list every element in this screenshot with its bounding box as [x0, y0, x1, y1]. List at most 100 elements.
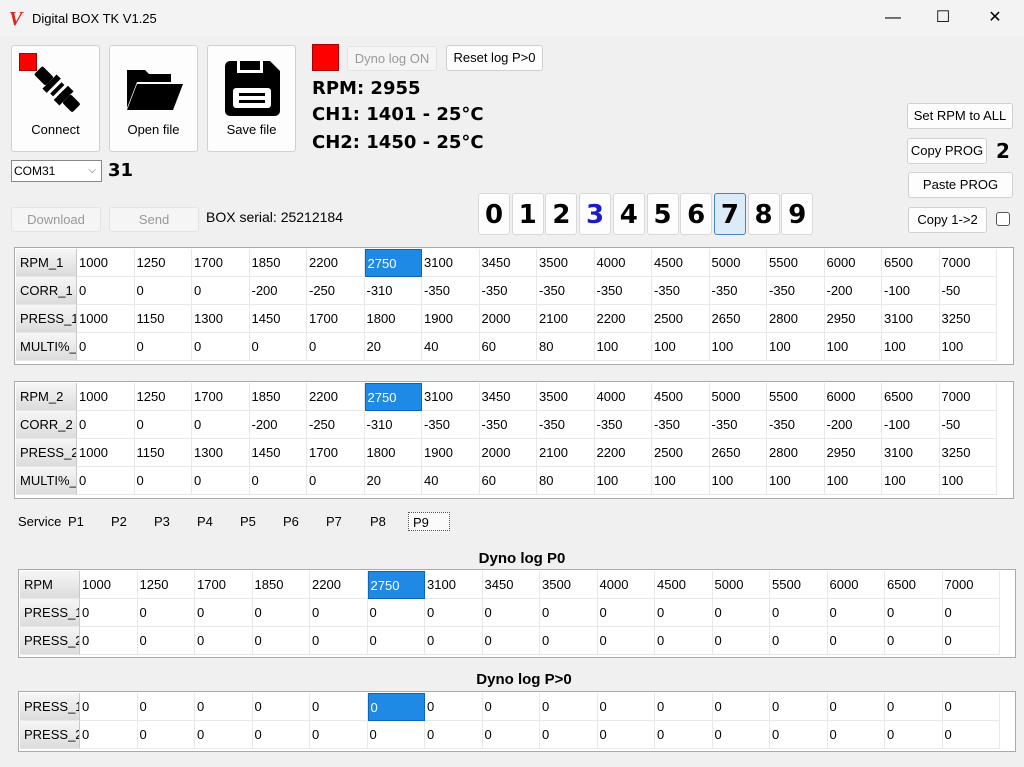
table-cell[interactable]: 2750: [367, 571, 425, 599]
program-button-7[interactable]: 7: [713, 193, 746, 235]
table-cell[interactable]: 100: [709, 467, 767, 495]
table-cell[interactable]: 1700: [307, 305, 365, 333]
table-cell[interactable]: 0: [942, 599, 1000, 627]
table-cell[interactable]: 0: [310, 599, 368, 627]
table-cell[interactable]: 0: [77, 333, 135, 361]
table-cell[interactable]: 4500: [652, 249, 710, 277]
table-cell[interactable]: 0: [482, 627, 540, 655]
tab-p2[interactable]: P2: [107, 512, 149, 531]
table-cell[interactable]: 100: [652, 467, 710, 495]
table-cell[interactable]: 1150: [134, 439, 192, 467]
table-cell[interactable]: 0: [540, 627, 598, 655]
table-cell[interactable]: 0: [307, 333, 365, 361]
table-cell[interactable]: 0: [195, 599, 253, 627]
table-cell[interactable]: 4000: [594, 249, 652, 277]
table-cell[interactable]: -200: [249, 411, 307, 439]
table-cell[interactable]: -350: [767, 411, 825, 439]
table-cell[interactable]: 0: [885, 721, 943, 749]
table-cell[interactable]: -350: [709, 277, 767, 305]
table-cell[interactable]: 3450: [479, 383, 537, 411]
table-cell[interactable]: -50: [939, 411, 997, 439]
table-cell[interactable]: 5000: [712, 571, 770, 599]
row-header-corr1[interactable]: CORR_1: [16, 277, 77, 305]
table-cell[interactable]: 0: [310, 721, 368, 749]
table-cell[interactable]: 100: [824, 467, 882, 495]
table-cell[interactable]: 3500: [540, 571, 598, 599]
table-cell[interactable]: 0: [712, 721, 770, 749]
table-cell[interactable]: 20: [364, 333, 422, 361]
table-cell[interactable]: 3250: [939, 305, 997, 333]
table-cell[interactable]: 2200: [307, 383, 365, 411]
tab-p9[interactable]: P9: [408, 512, 450, 531]
table-cell[interactable]: -250: [307, 411, 365, 439]
table-cell[interactable]: 0: [249, 467, 307, 495]
table-cell[interactable]: 0: [367, 693, 425, 721]
table-cell[interactable]: 0: [252, 721, 310, 749]
table-cell[interactable]: 0: [310, 627, 368, 655]
download-button[interactable]: Download: [11, 207, 101, 232]
table-cell[interactable]: 0: [885, 599, 943, 627]
table-cell[interactable]: -350: [422, 277, 480, 305]
table-cell[interactable]: 0: [367, 721, 425, 749]
save-file-button[interactable]: Save file: [207, 45, 296, 152]
table-cell[interactable]: 0: [192, 333, 250, 361]
table-cell[interactable]: 1250: [134, 249, 192, 277]
table-cell[interactable]: 80: [537, 333, 595, 361]
table-cell[interactable]: -50: [939, 277, 997, 305]
table-cell[interactable]: -250: [307, 277, 365, 305]
row-header-press1[interactable]: PRESS_1: [16, 305, 77, 333]
table-cell[interactable]: 5000: [709, 249, 767, 277]
program-button-9[interactable]: 9: [781, 193, 814, 235]
table-cell[interactable]: 0: [655, 721, 713, 749]
table-cell[interactable]: 100: [824, 333, 882, 361]
table-cell[interactable]: 0: [307, 467, 365, 495]
table-cell[interactable]: 1450: [249, 439, 307, 467]
table-cell[interactable]: 3100: [425, 571, 483, 599]
table-cell[interactable]: -350: [767, 277, 825, 305]
table-cell[interactable]: 2100: [537, 305, 595, 333]
table-cell[interactable]: -350: [479, 277, 537, 305]
table-cell[interactable]: 0: [137, 721, 195, 749]
table-cell[interactable]: 0: [134, 467, 192, 495]
table-cell[interactable]: 2950: [824, 439, 882, 467]
minimize-button[interactable]: —: [870, 4, 916, 32]
connect-button[interactable]: Connect: [11, 45, 100, 152]
table-cell[interactable]: 100: [594, 467, 652, 495]
table-cell[interactable]: 0: [77, 277, 135, 305]
table-cell[interactable]: 6500: [882, 249, 940, 277]
table-cell[interactable]: -100: [882, 411, 940, 439]
table-cell[interactable]: 0: [655, 627, 713, 655]
table-cell[interactable]: 100: [882, 467, 940, 495]
table-cell[interactable]: 1000: [77, 383, 135, 411]
table-cell[interactable]: 6000: [824, 383, 882, 411]
table-cell[interactable]: 1300: [192, 305, 250, 333]
table-cell[interactable]: 2800: [767, 439, 825, 467]
table-cell[interactable]: 0: [942, 693, 1000, 721]
table-cell[interactable]: 0: [655, 599, 713, 627]
table-cell[interactable]: 20: [364, 467, 422, 495]
table-cell[interactable]: -310: [364, 411, 422, 439]
table-cell[interactable]: -350: [479, 411, 537, 439]
table-cell[interactable]: 1000: [77, 305, 135, 333]
table-cell[interactable]: 0: [942, 721, 1000, 749]
row-header-press2[interactable]: PRESS_2: [20, 721, 80, 749]
table-cell[interactable]: 0: [597, 693, 655, 721]
table-cell[interactable]: 0: [80, 599, 138, 627]
tab-p3[interactable]: P3: [150, 512, 192, 531]
program-button-0[interactable]: 0: [478, 193, 510, 235]
table-cell[interactable]: 0: [80, 721, 138, 749]
table-cell[interactable]: 0: [597, 627, 655, 655]
table-cell[interactable]: 6000: [824, 249, 882, 277]
program-button-8[interactable]: 8: [747, 193, 780, 235]
table-cell[interactable]: 0: [367, 627, 425, 655]
table-cell[interactable]: 2800: [767, 305, 825, 333]
table-cell[interactable]: 100: [652, 333, 710, 361]
copy-1-to-2-button[interactable]: Copy 1->2: [908, 207, 987, 233]
table-cell[interactable]: 5000: [709, 383, 767, 411]
close-button[interactable]: ✕: [972, 4, 1018, 32]
table-cell[interactable]: -350: [652, 277, 710, 305]
table-cell[interactable]: 0: [827, 599, 885, 627]
maximize-button[interactable]: ☐: [920, 4, 966, 32]
table-cell[interactable]: 0: [540, 721, 598, 749]
table-cell[interactable]: 0: [192, 467, 250, 495]
